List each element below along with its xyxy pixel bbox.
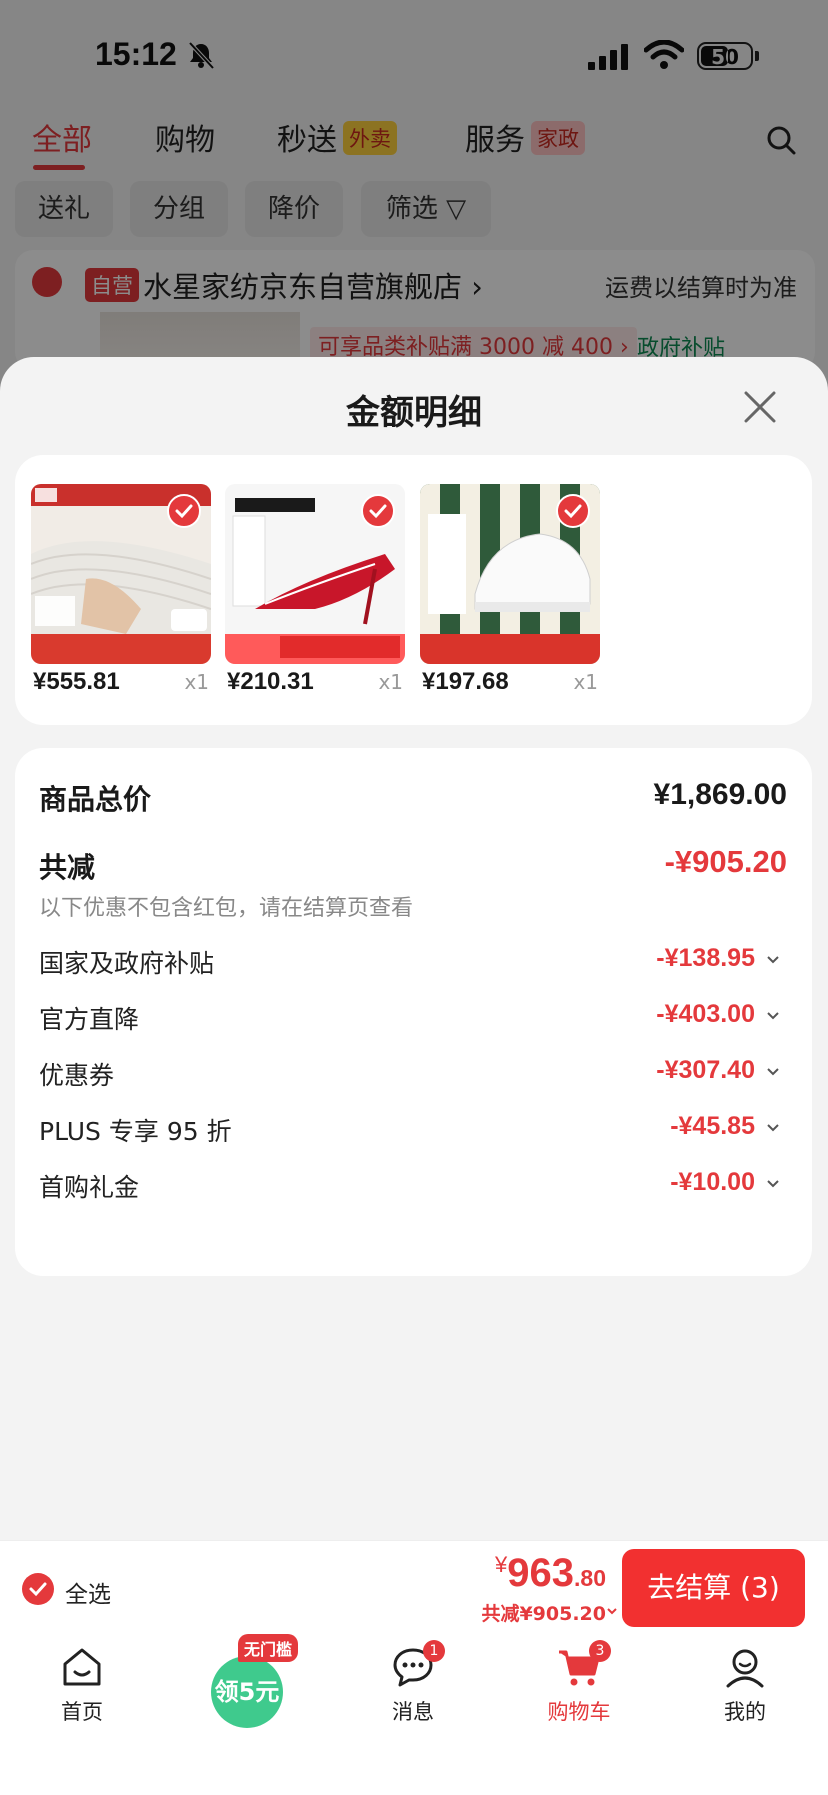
sheet-title: 金额明细 [346, 393, 482, 433]
product-check-icon[interactable] [361, 494, 395, 528]
product-price: ¥555.81 [33, 668, 120, 695]
product-quantity: x1 [378, 670, 403, 694]
cart-count-badge: 3 [589, 1640, 611, 1662]
total-decimal: .80 [574, 1565, 606, 1591]
chevron-down-icon [767, 1068, 779, 1076]
user-icon [726, 1649, 764, 1688]
product-item[interactable]: ¥197.68 x1 [420, 484, 600, 695]
nav-messages[interactable]: 消息 1 [358, 1640, 468, 1726]
discount-value: -¥403.00 [656, 1000, 755, 1028]
product-quantity: x1 [573, 670, 598, 694]
amount-detail-sheet: 金额明细 ¥555.81 x1 ¥210.31 x1 ¥197.68 x1 商品… [0, 357, 828, 1540]
product-quantity: x1 [184, 670, 209, 694]
goods-total-value: ¥1,869.00 [653, 778, 787, 811]
message-count-badge: 1 [423, 1640, 445, 1662]
select-all-label[interactable]: 全选 [65, 1575, 111, 1609]
currency-symbol: ¥ [495, 1552, 508, 1577]
nav-label: 首页 [61, 1700, 103, 1724]
amount-details: 商品总价 ¥1,869.00 共减 -¥905.20 以下优惠不包含红包，请在结… [15, 748, 812, 1276]
checkout-total: ¥963.80 [495, 1551, 606, 1596]
nav-cart[interactable]: 购物车 3 [524, 1640, 634, 1726]
product-check-icon[interactable] [556, 494, 590, 528]
discount-value: -¥138.95 [656, 944, 755, 972]
chevron-down-icon [767, 1180, 779, 1188]
selected-products: ¥555.81 x1 ¥210.31 x1 ¥197.68 x1 [15, 455, 812, 725]
coupon-badge: 无门槛 [238, 1634, 299, 1662]
product-price: ¥197.68 [422, 668, 509, 695]
select-all-check-icon[interactable] [22, 1573, 54, 1605]
product-image-heels [225, 484, 405, 664]
reduction-note: 以下优惠不包含红包，请在结算页查看 [39, 896, 414, 921]
product-item[interactable]: ¥555.81 x1 [31, 484, 211, 695]
total-reduction-label: 共减 [39, 851, 96, 884]
checkout-button[interactable]: 去结算 (3) [622, 1549, 805, 1627]
product-price: ¥210.31 [227, 668, 314, 695]
chevron-down-icon [767, 956, 779, 964]
discount-row[interactable]: 首购礼金 -¥10.00 [39, 1168, 789, 1208]
discount-row[interactable]: 国家及政府补贴 -¥138.95 [39, 944, 789, 984]
nav-home[interactable]: 首页 [27, 1644, 137, 1726]
nav-label: 消息 [392, 1700, 434, 1724]
total-reduction-summary[interactable]: 共减¥905.20 [481, 1599, 606, 1626]
total-integer: 963 [507, 1551, 575, 1595]
nav-label: 购物车 [547, 1700, 611, 1724]
home-icon [63, 1648, 101, 1686]
close-icon[interactable] [740, 387, 780, 427]
product-item[interactable]: ¥210.31 x1 [225, 484, 405, 695]
discount-row[interactable]: 优惠券 -¥307.40 [39, 1056, 789, 1096]
discount-label: PLUS 专享 95 折 [39, 1117, 232, 1146]
discount-label: 官方直降 [39, 1005, 140, 1034]
discount-label: 首购礼金 [39, 1173, 140, 1202]
discount-value: -¥45.85 [670, 1112, 755, 1140]
product-image-mattress [31, 484, 211, 664]
discount-label: 优惠券 [39, 1061, 115, 1090]
nav-label: 我的 [724, 1700, 766, 1724]
product-image-sneakers [420, 484, 600, 664]
discount-label: 国家及政府补贴 [39, 949, 215, 978]
discount-row[interactable]: PLUS 专享 95 折 -¥45.85 [39, 1112, 789, 1152]
total-reduction-value: -¥905.20 [664, 844, 787, 879]
chevron-down-icon [767, 1012, 779, 1020]
coupon-button[interactable]: 领5元 [211, 1656, 283, 1728]
chevron-down-icon [767, 1124, 779, 1132]
product-check-icon[interactable] [167, 494, 201, 528]
goods-total-label: 商品总价 [39, 783, 152, 816]
chevron-down-icon[interactable] [606, 1605, 618, 1617]
discount-value: -¥307.40 [656, 1056, 755, 1084]
nav-profile[interactable]: 我的 [690, 1644, 800, 1726]
discount-row[interactable]: 官方直降 -¥403.00 [39, 1000, 789, 1040]
checkout-bar: 全选 ¥963.80 共减¥905.20 去结算 (3) [0, 1540, 828, 1634]
bottom-nav: 首页 领5元 无门槛 消息 1 购物车 3 我的 [0, 1634, 828, 1795]
discount-value: -¥10.00 [670, 1168, 755, 1196]
